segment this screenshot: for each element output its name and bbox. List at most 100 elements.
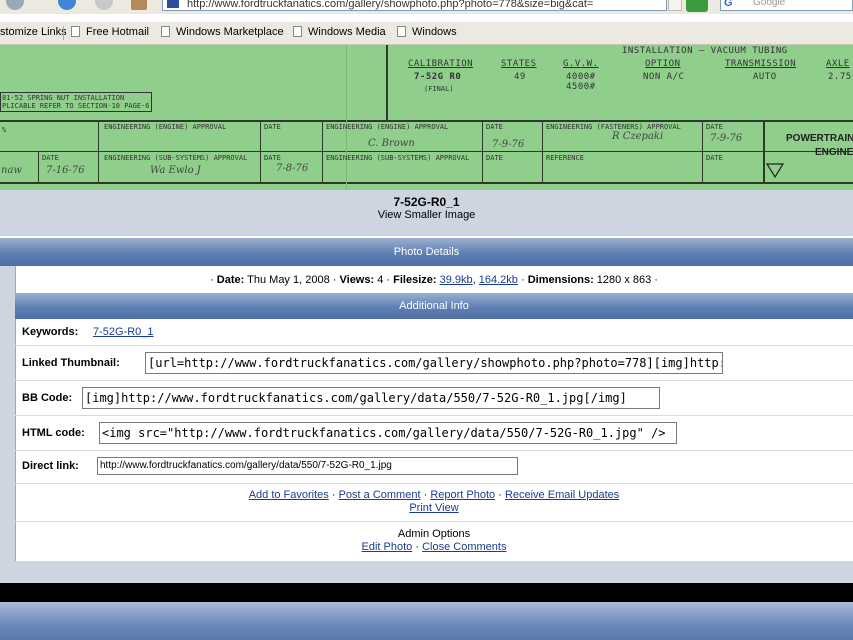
- date-label: DATE: [706, 123, 723, 131]
- transmission-header: TRANSMISSION: [725, 59, 797, 69]
- page-icon: [71, 26, 80, 37]
- handwritten-date: 7-16-76: [46, 165, 85, 176]
- filesize-big-link[interactable]: 164.2kb: [479, 274, 518, 286]
- links-item-hotmail[interactable]: Free Hotmail: [71, 26, 149, 38]
- additional-info-header: Additional Info: [15, 293, 853, 319]
- view-smaller-image-link[interactable]: View Smaller Image: [0, 209, 853, 221]
- google-search-icon: G: [724, 0, 733, 9]
- transmission-value: AUTO: [753, 72, 777, 82]
- footer-bar: [0, 602, 853, 640]
- date-label: DATE: [486, 123, 503, 131]
- note-line-2: PLICABLE REFER TO SECTION-10 PAGE-6: [2, 102, 150, 110]
- percent-label: %: [2, 126, 7, 134]
- links-item-media[interactable]: Windows Media: [293, 26, 386, 38]
- print-view-line: Print View: [15, 502, 853, 514]
- linked-thumbnail-label: Linked Thumbnail:: [22, 357, 120, 369]
- linked-thumbnail-field[interactable]: [url=http://www.fordtruckfanatics.com/ga…: [145, 352, 723, 374]
- dimensions-value: 1280 x 863: [596, 274, 652, 286]
- search-input[interactable]: G Google: [720, 0, 853, 11]
- separator-dot: ·: [654, 274, 658, 286]
- home-icon[interactable]: [131, 0, 147, 10]
- axle-header: AXLE: [826, 59, 850, 69]
- signature-left: naw: [1, 165, 22, 176]
- date-label: Date:: [216, 274, 245, 286]
- photo-gridline: [386, 45, 388, 120]
- gvw-value-1: 4000#: [566, 72, 596, 82]
- links-item-windows[interactable]: Windows: [397, 26, 457, 38]
- report-photo-link[interactable]: Report Photo: [430, 489, 495, 501]
- page-icon: [161, 26, 170, 37]
- powertrain-label: POWERTRAIN A: [786, 133, 853, 144]
- states-header: STATES: [501, 59, 537, 69]
- browser-toolbar: http://www.fordtruckfanatics.com/gallery…: [0, 0, 853, 14]
- triangle-down-icon: [766, 163, 784, 179]
- filesize-small-link[interactable]: 39.9kb: [440, 274, 473, 286]
- bbcode-field[interactable]: [img]http://www.fordtruckfanatics.com/ga…: [82, 387, 660, 409]
- forward-icon[interactable]: [6, 0, 24, 10]
- page-icon: [397, 26, 406, 37]
- links-item-label: stomize Links: [0, 26, 67, 38]
- htmlcode-field[interactable]: <img src="http://www.fordtruckfanatics.c…: [99, 422, 677, 444]
- calibration-label-photo[interactable]: CALIBRATION 7-52G R0 (FINAL) STATES 49 G…: [0, 45, 853, 190]
- bbcode-row: BB Code: [img]http://www.fordtruckfanati…: [15, 381, 853, 416]
- separator-dot: ·: [331, 489, 336, 501]
- keywords-label: Keywords:: [22, 326, 79, 338]
- links-toolbar: stomize Links Free Hotmail Windows Marke…: [0, 22, 853, 45]
- filesize-label: Filesize:: [393, 274, 437, 286]
- photo-fold-line: [346, 45, 347, 190]
- address-dropdown-button[interactable]: [668, 0, 682, 11]
- gvw-value-2: 4500#: [566, 82, 596, 92]
- photo-gridline: [322, 120, 323, 183]
- calibration-note: (FINAL): [424, 85, 454, 93]
- engine-approval-label-2: ENGINEERING (ENGINE) APPROVAL: [326, 123, 449, 131]
- links-separator: [63, 26, 64, 40]
- close-comments-link[interactable]: Close Comments: [422, 541, 506, 553]
- keyword-link[interactable]: 7-52G-R0_1: [93, 326, 154, 338]
- photo-details-line: · Date: Thu May 1, 2008 · Views: 4 · Fil…: [210, 274, 658, 286]
- reference-label: REFERENCE: [546, 154, 584, 162]
- links-item-marketplace[interactable]: Windows Marketplace: [161, 26, 284, 38]
- photo-gridline: [0, 120, 853, 122]
- add-to-favorites-link[interactable]: Add to Favorites: [249, 489, 329, 501]
- handwritten-date: 7-9-76: [492, 139, 525, 150]
- refresh-icon[interactable]: [58, 0, 76, 10]
- linked-thumbnail-row: Linked Thumbnail: [url=http://www.fordtr…: [15, 346, 853, 381]
- date-value: Thu May 1, 2008: [247, 274, 330, 286]
- fasteners-approval-label: ENGINEERING (FASTENERS) APPROVAL: [546, 123, 681, 131]
- calibration-value: 7-52G R0: [414, 72, 462, 82]
- stop-icon[interactable]: [95, 0, 113, 10]
- keywords-row: Keywords: 7-52G-R0_1: [15, 319, 853, 346]
- signature-subsystems: Wa Ewlo J: [150, 165, 201, 176]
- engine-label: ENGINE: [815, 147, 853, 158]
- date-label: DATE: [264, 154, 281, 162]
- photo-gridline: [0, 151, 853, 152]
- receive-email-updates-link[interactable]: Receive Email Updates: [505, 489, 619, 501]
- photo-gridline: [542, 120, 543, 183]
- site-favicon-icon: [167, 0, 179, 8]
- footer-spacer: [0, 561, 853, 583]
- post-comment-link[interactable]: Post a Comment: [339, 489, 421, 501]
- spring-nut-note: 81-52 SPRING NUT INSTALLATION PLICABLE R…: [0, 92, 152, 112]
- views-value: 4: [377, 274, 384, 286]
- photo-caption: 7-52G-R0_1 View Smaller Image: [0, 190, 853, 236]
- print-view-link[interactable]: Print View: [409, 502, 458, 514]
- directlink-row: Direct link: http://www.fordtruckfanatic…: [15, 451, 853, 484]
- bbcode-label: BB Code:: [22, 392, 73, 404]
- links-item-customize[interactable]: stomize Links: [0, 26, 67, 38]
- subsystems-approval-label-2: ENGINEERING (SUB-SYSTEMS) APPROVAL: [326, 154, 470, 162]
- date-label: DATE: [42, 154, 59, 162]
- separator-dot: ·: [415, 541, 420, 553]
- signature-engine: C. Brown: [368, 138, 415, 149]
- edit-photo-link[interactable]: Edit Photo: [362, 541, 413, 553]
- dimensions-label: Dimensions:: [527, 274, 594, 286]
- separator-dot: ·: [386, 274, 391, 286]
- subsystems-approval-label: ENGINEERING (SUB-SYSTEMS) APPROVAL: [104, 154, 248, 162]
- go-button[interactable]: [686, 0, 708, 12]
- states-value: 49: [514, 72, 526, 82]
- links-item-label: Windows Media: [308, 26, 386, 38]
- photo-actions: Add to Favorites · Post a Comment · Repo…: [15, 489, 853, 501]
- address-bar[interactable]: http://www.fordtruckfanatics.com/gallery…: [162, 0, 667, 11]
- directlink-field[interactable]: http://www.fordtruckfanatics.com/gallery…: [97, 457, 518, 475]
- photo-gridline: [98, 120, 99, 183]
- handwritten-date: 7-8-76: [276, 163, 309, 174]
